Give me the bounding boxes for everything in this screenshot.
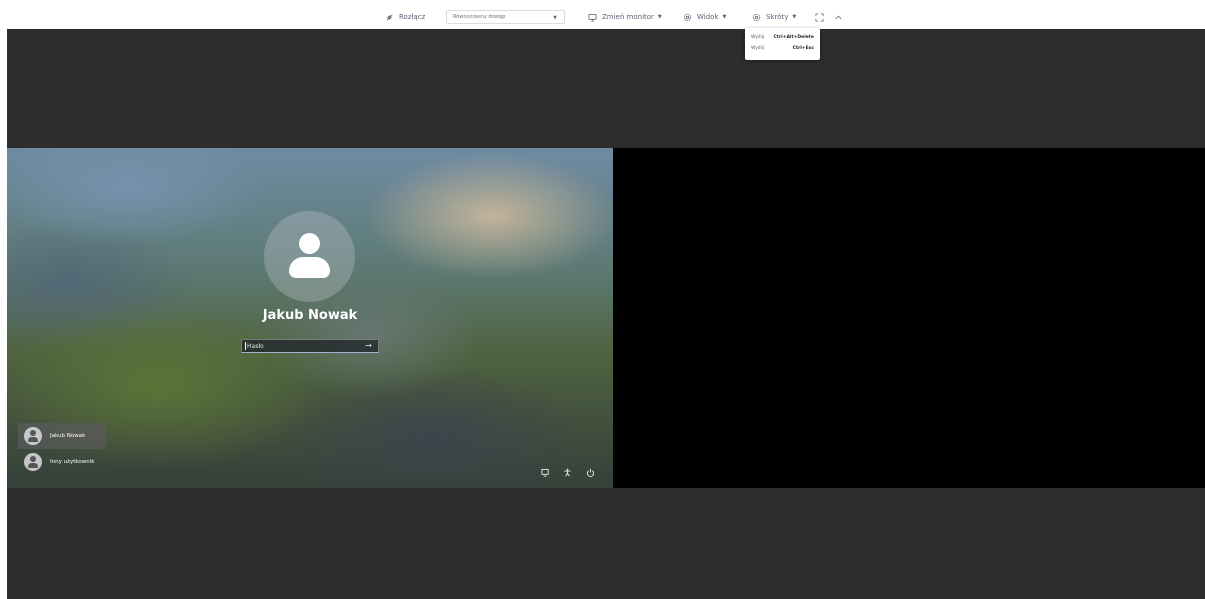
secondary-monitor[interactable] — [613, 148, 1205, 488]
shortcut-label: Wyślij — [751, 45, 765, 51]
collapse-toolbar-button[interactable] — [834, 10, 848, 24]
access-mode-select[interactable]: Równoczesny dostęp ▼ — [446, 10, 565, 24]
password-placeholder: Hasło — [247, 342, 264, 350]
submit-arrow-icon[interactable]: → — [365, 341, 372, 350]
shortcut-label: Wyślij — [751, 34, 765, 40]
switch-monitor-label: Zmień monitor — [602, 13, 654, 21]
user-tile-other[interactable]: Inny użytkownik — [18, 449, 94, 475]
password-input[interactable]: Hasło → — [241, 339, 379, 353]
chevron-down-icon: ▼ — [722, 14, 727, 20]
user-avatar-large — [264, 211, 355, 302]
network-icon[interactable] — [541, 462, 550, 477]
chevron-down-icon: ▼ — [792, 14, 797, 20]
shortcut-ctrl-alt-delete[interactable]: Wyślij Ctrl+Alt+Delete — [751, 32, 814, 42]
view-menu-button[interactable]: Widok ▼ — [683, 10, 726, 24]
gear-icon — [752, 13, 761, 21]
shortcuts-menu-button[interactable]: Skróty ▼ — [752, 10, 796, 24]
access-mode-value: Równoczesny dostęp — [453, 14, 506, 20]
user-avatar-icon — [24, 427, 42, 445]
shortcut-ctrl-esc[interactable]: Wyślij Ctrl+Esc — [751, 43, 814, 53]
shortcut-keys: Ctrl+Esc — [792, 45, 814, 51]
shortcut-keys: Ctrl+Alt+Delete — [773, 34, 814, 40]
user-tile-label: Jakub Nowak — [50, 433, 86, 439]
power-icon[interactable] — [586, 462, 595, 477]
user-tile-jakub[interactable]: Jakub Nowak — [18, 423, 106, 449]
shortcuts-label: Skróty — [766, 13, 789, 21]
user-tile-label: Inny użytkownik — [50, 459, 95, 465]
login-user-name: Jakub Nowak — [262, 308, 358, 323]
unplug-icon — [386, 13, 393, 21]
fullscreen-icon — [815, 13, 824, 21]
view-label: Widok — [697, 13, 719, 21]
switch-monitor-button[interactable]: Zmień monitor ▼ — [588, 10, 662, 24]
disconnect-label: Rozłącz — [399, 13, 426, 21]
monitor-icon — [588, 13, 597, 22]
user-avatar-icon — [24, 453, 42, 471]
remote-toolbar: Rozłącz Równoczesny dostęp ▼ Zmień monit… — [0, 0, 1205, 29]
chevron-up-icon — [835, 15, 842, 19]
fullscreen-button[interactable] — [815, 10, 829, 24]
gear-icon — [683, 13, 692, 21]
shortcuts-dropdown: Wyślij Ctrl+Alt+Delete Wyślij Ctrl+Esc — [745, 28, 820, 60]
chevron-down-icon: ▼ — [553, 15, 557, 21]
chevron-down-icon: ▼ — [657, 14, 662, 20]
accessibility-icon[interactable] — [563, 462, 572, 477]
disconnect-button[interactable]: Rozłącz — [385, 10, 425, 24]
